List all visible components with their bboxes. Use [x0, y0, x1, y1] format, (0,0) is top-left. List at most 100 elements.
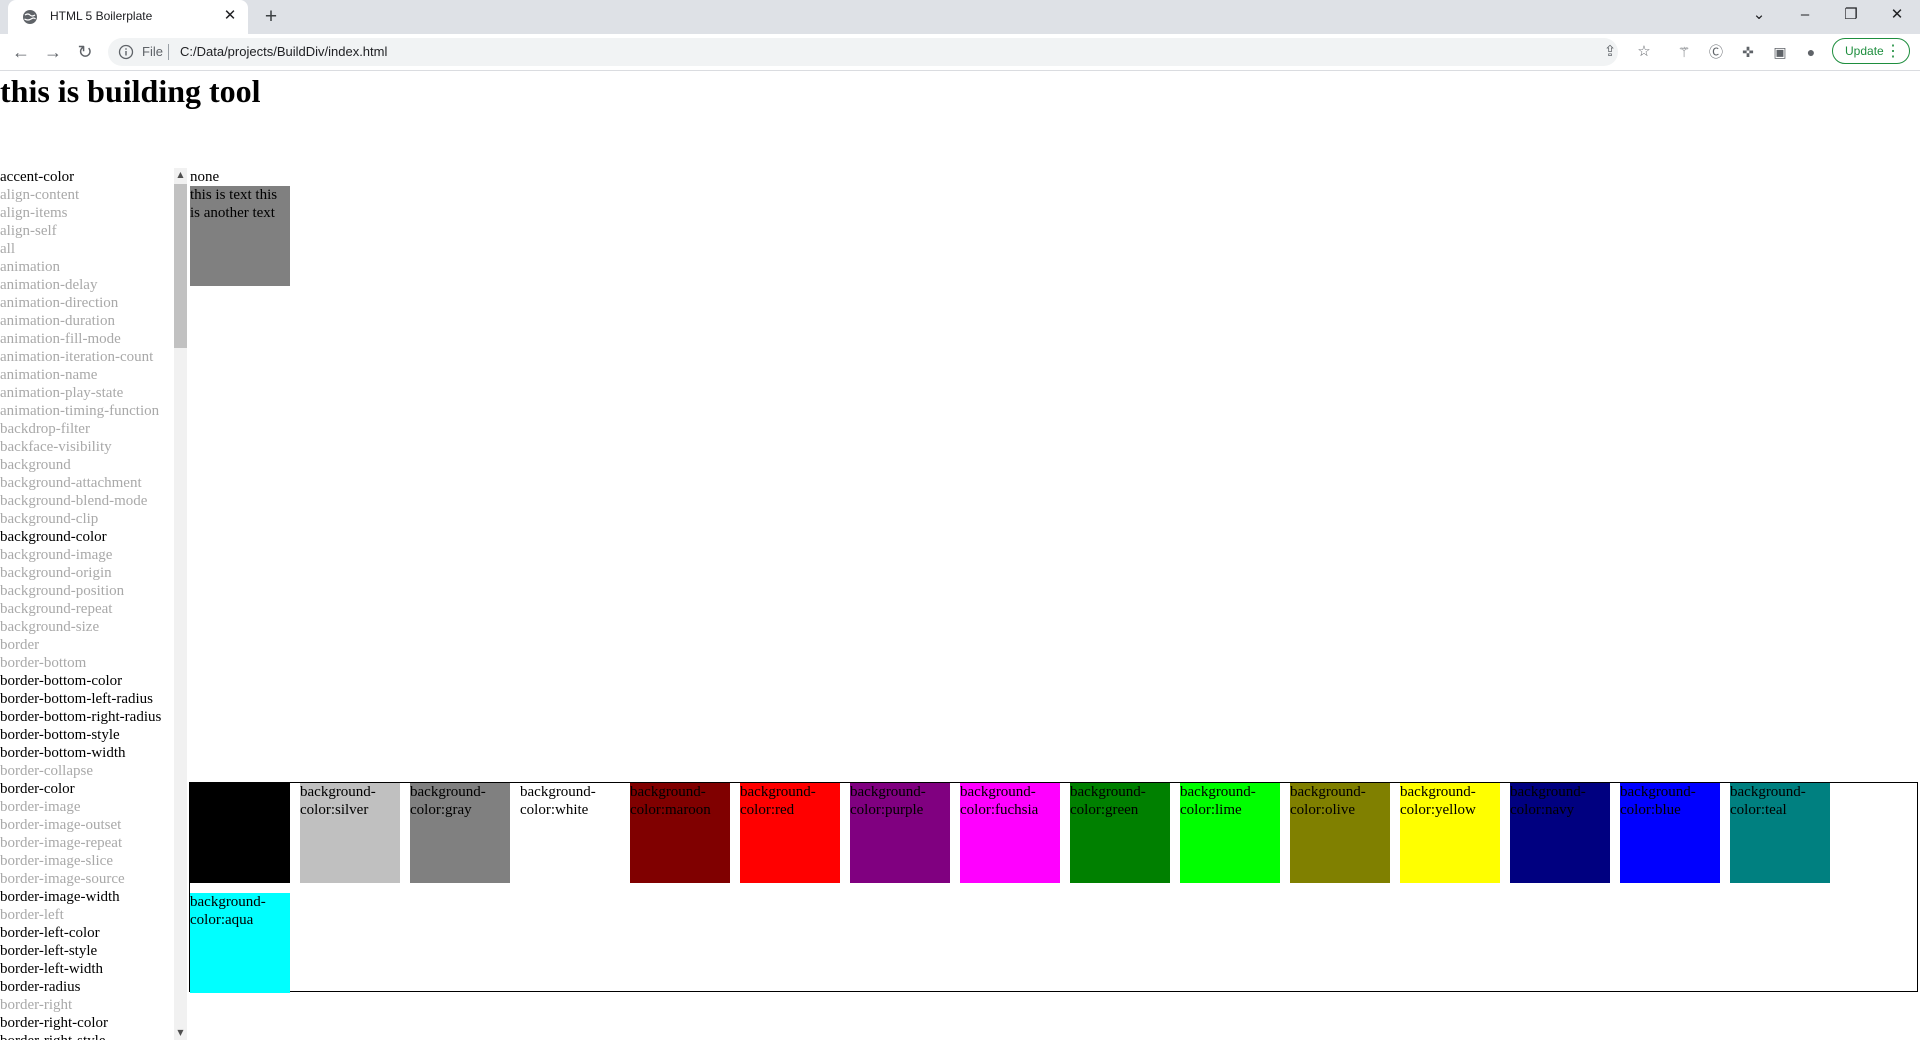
update-button[interactable]: Update ⋮ [1832, 38, 1910, 64]
color-swatch[interactable]: background-color:yellow [1400, 783, 1500, 883]
color-swatch[interactable]: background-color:maroon [630, 783, 730, 883]
property-option[interactable]: backdrop-filter [0, 420, 187, 438]
address-bar[interactable]: File C:/Data/projects/BuildDiv/index.htm… [108, 38, 1651, 66]
property-option[interactable]: border-left-color [0, 924, 187, 942]
property-option[interactable]: border-image-slice [0, 852, 187, 870]
property-option[interactable]: background-blend-mode [0, 492, 187, 510]
color-swatch[interactable]: background-color:olive [1290, 783, 1390, 883]
close-tab-icon[interactable]: ✕ [222, 8, 238, 24]
color-swatch[interactable]: background-color:red [740, 783, 840, 883]
property-option[interactable]: accent-color [0, 168, 187, 186]
property-option[interactable]: align-self [0, 222, 187, 240]
selected-value-label: none [190, 169, 220, 185]
swatch-container: background-color:black background-color:s… [189, 782, 1918, 993]
property-option[interactable]: border-bottom-left-radius [0, 690, 187, 708]
property-option[interactable]: border-bottom-color [0, 672, 187, 690]
property-option[interactable]: border-image-source [0, 870, 187, 888]
property-option[interactable]: animation-delay [0, 276, 187, 294]
forward-arrow-icon[interactable]: → [41, 40, 65, 64]
property-option[interactable]: background-image [0, 546, 187, 564]
menu-dots-icon[interactable]: ⋮ [1885, 41, 1901, 61]
property-option[interactable]: border-right [0, 996, 187, 1014]
extension-c-icon[interactable]: Ⓒ [1706, 42, 1726, 62]
color-swatch[interactable]: background-color:lime [1180, 783, 1280, 883]
color-swatch[interactable]: background-color:green [1070, 783, 1170, 883]
property-option[interactable]: border-bottom-style [0, 726, 187, 744]
bookmark-star-icon[interactable]: ☆ [1634, 42, 1654, 62]
scroll-up-icon[interactable]: ▲ [174, 168, 187, 182]
new-tab-icon[interactable]: + [260, 6, 282, 28]
property-option[interactable]: animation [0, 258, 187, 276]
profile-icon[interactable]: ● [1801, 42, 1821, 62]
property-option[interactable]: border-left-width [0, 960, 187, 978]
property-option[interactable]: border-left [0, 906, 187, 924]
reload-icon[interactable]: ↻ [73, 40, 97, 64]
color-swatch[interactable]: background-color:silver [300, 783, 400, 883]
update-label: Update [1845, 44, 1884, 58]
property-option[interactable]: border-image-width [0, 888, 187, 906]
property-option[interactable]: border-bottom [0, 654, 187, 672]
url-text[interactable]: C:/Data/projects/BuildDiv/index.html [180, 44, 387, 59]
property-option[interactable]: animation-direction [0, 294, 187, 312]
property-option[interactable]: border-collapse [0, 762, 187, 780]
browser-toolbar: ← → ↻ File C:/Data/projects/BuildDiv/ind… [0, 34, 1920, 71]
browser-tab[interactable]: HTML 5 Boilerplate ✕ [8, 0, 248, 34]
property-option[interactable]: border-color [0, 780, 187, 798]
back-arrow-icon[interactable]: ← [9, 40, 33, 64]
property-option[interactable]: border-left-style [0, 942, 187, 960]
color-swatch[interactable]: background-color:purple [850, 783, 950, 883]
property-option[interactable]: animation-fill-mode [0, 330, 187, 348]
property-option[interactable]: border-bottom-width [0, 744, 187, 762]
property-option[interactable]: border-image [0, 798, 187, 816]
property-option[interactable]: animation-iteration-count [0, 348, 187, 366]
tab-strip: HTML 5 Boilerplate ✕ + ⌄ – ❐ ✕ [0, 0, 1920, 34]
property-option[interactable]: align-items [0, 204, 187, 222]
color-swatch[interactable]: background-color:black [190, 783, 290, 883]
property-option[interactable]: animation-play-state [0, 384, 187, 402]
property-option[interactable]: border-image-repeat [0, 834, 187, 852]
property-option[interactable]: background-size [0, 618, 187, 636]
info-icon[interactable] [118, 44, 134, 60]
puzzle-icon[interactable]: ✜ [1738, 42, 1758, 62]
listbox-scrollbar[interactable]: ▲ ▼ [174, 168, 187, 1040]
property-option[interactable]: backface-visibility [0, 438, 187, 456]
close-window-icon[interactable]: ✕ [1885, 3, 1909, 27]
property-option[interactable]: animation-timing-function [0, 402, 187, 420]
property-option[interactable]: background-clip [0, 510, 187, 528]
color-swatch[interactable]: background-color:gray [410, 783, 510, 883]
side-panel-icon[interactable]: ▣ [1770, 42, 1790, 62]
color-swatch[interactable]: background-color:navy [1510, 783, 1610, 883]
globe-icon [23, 10, 37, 24]
page-title: this is building tool [0, 73, 261, 109]
property-option[interactable]: animation-duration [0, 312, 187, 330]
color-swatch[interactable]: background-color:blue [1620, 783, 1720, 883]
scroll-down-icon[interactable]: ▼ [174, 1026, 187, 1040]
color-swatch[interactable]: background-color:teal [1730, 783, 1830, 883]
minimize-icon[interactable]: – [1793, 3, 1817, 27]
property-option[interactable]: all [0, 240, 187, 258]
property-option[interactable]: background-origin [0, 564, 187, 582]
scrollbar-thumb[interactable] [174, 184, 187, 348]
property-option[interactable]: border-bottom-right-radius [0, 708, 187, 726]
extension-icon[interactable]: ⚚ [1674, 42, 1694, 62]
property-option[interactable]: border-radius [0, 978, 187, 996]
property-option[interactable]: animation-name [0, 366, 187, 384]
tab-title: HTML 5 Boilerplate [50, 9, 153, 23]
tab-search-icon[interactable]: ⌄ [1747, 3, 1771, 27]
property-option[interactable]: background-attachment [0, 474, 187, 492]
property-option[interactable]: border-image-outset [0, 816, 187, 834]
property-option[interactable]: align-content [0, 186, 187, 204]
property-option[interactable]: border-right-color [0, 1014, 187, 1032]
property-listbox[interactable]: accent-color align-content align-items alig… [0, 168, 187, 1040]
property-option[interactable]: background-color [0, 528, 187, 546]
share-icon[interactable]: ⇪ [1600, 42, 1620, 62]
color-swatch[interactable]: background-color:white [520, 783, 620, 883]
property-option[interactable]: background-repeat [0, 600, 187, 618]
color-swatch[interactable]: background-color:aqua [190, 893, 290, 993]
restore-icon[interactable]: ❐ [1839, 3, 1863, 27]
property-option[interactable]: background-position [0, 582, 187, 600]
property-option[interactable]: border [0, 636, 187, 654]
property-option[interactable]: border-right-style [0, 1032, 187, 1040]
property-option[interactable]: background [0, 456, 187, 474]
color-swatch[interactable]: background-color:fuchsia [960, 783, 1060, 883]
